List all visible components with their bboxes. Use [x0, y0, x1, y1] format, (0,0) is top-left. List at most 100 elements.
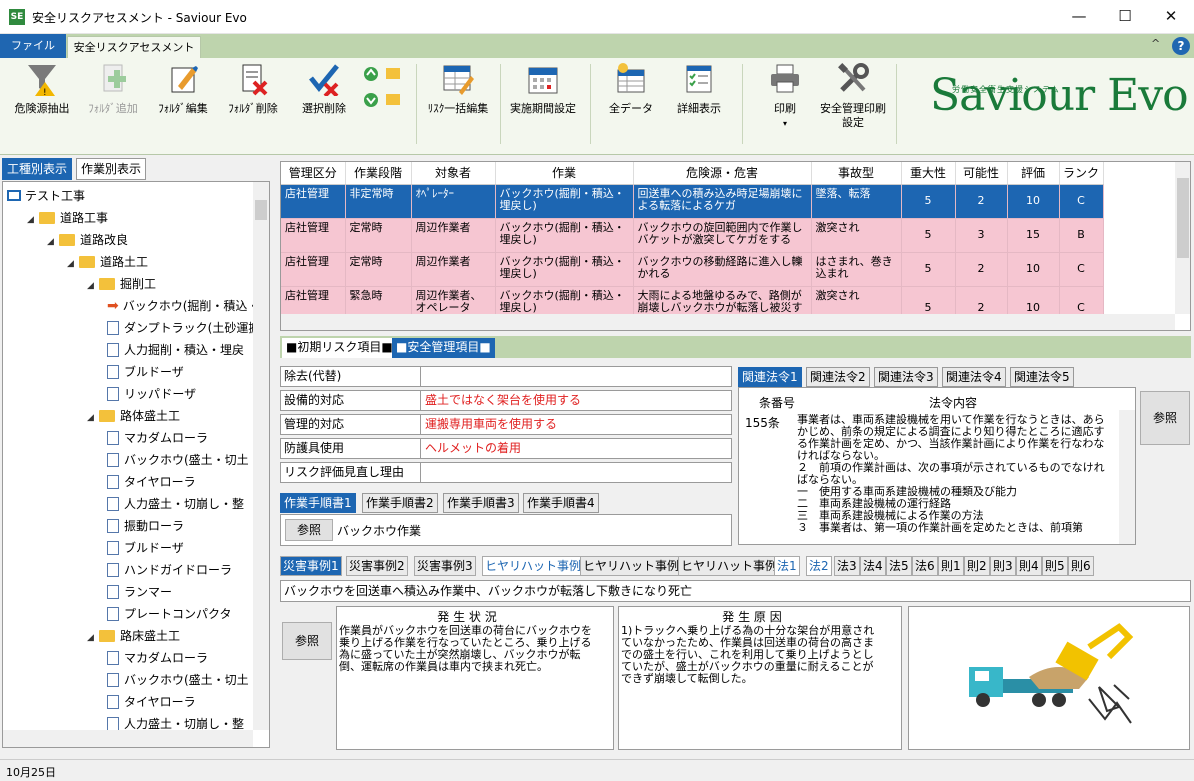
- tree-node[interactable]: バックホウ(盛土・切土・: [107, 449, 261, 471]
- column-header[interactable]: 重大性: [901, 162, 956, 185]
- procedure-tab[interactable]: 作業手順書1: [280, 493, 356, 513]
- tree-node[interactable]: ◢ 道路改良: [47, 229, 128, 251]
- collapse-ribbon-icon[interactable]: ^: [1151, 37, 1160, 50]
- procedure-tab[interactable]: 作業手順書2: [362, 493, 438, 513]
- case-tab[interactable]: 法1: [774, 556, 800, 576]
- case-tab[interactable]: ヒヤリハット事例2: [580, 556, 690, 576]
- expand-arrow-icon[interactable]: ◢: [67, 253, 79, 275]
- case-tab[interactable]: 災害事例1: [280, 556, 342, 576]
- case-tab[interactable]: 法4: [860, 556, 886, 576]
- tree-node[interactable]: リッパドーザ: [107, 383, 196, 405]
- tree-node[interactable]: マカダムローラ: [107, 647, 208, 669]
- case-tab[interactable]: 則2: [964, 556, 990, 576]
- tree-node[interactable]: プレートコンパクタ: [107, 603, 232, 625]
- print-button[interactable]: 印刷 ▾: [752, 62, 818, 150]
- case-tab[interactable]: 法5: [886, 556, 912, 576]
- column-header[interactable]: ランク: [1059, 162, 1104, 185]
- grid-vertical-scrollbar[interactable]: [1175, 162, 1190, 314]
- law-scrollbar[interactable]: [1119, 410, 1135, 544]
- tree-node[interactable]: 振動ローラ: [107, 515, 184, 537]
- all-data-button[interactable]: 全データ: [598, 62, 664, 150]
- law-tab[interactable]: 関連法令1: [738, 367, 802, 387]
- period-setting-button[interactable]: 実施期間設定: [504, 62, 582, 150]
- safety-value[interactable]: ヘルメットの着用: [425, 439, 521, 457]
- tree-vertical-scrollbar[interactable]: [253, 182, 269, 730]
- help-icon[interactable]: ?: [1172, 37, 1190, 55]
- expand-arrow-icon[interactable]: ◢: [87, 407, 99, 429]
- expand-arrow-icon[interactable]: ◢: [27, 209, 39, 231]
- tree-node[interactable]: ブルドーザ: [107, 537, 184, 559]
- law-tab[interactable]: 関連法令5: [1010, 367, 1074, 387]
- column-header[interactable]: 作業段階: [345, 162, 412, 185]
- tree-node[interactable]: ◢ 道路工事: [27, 207, 108, 229]
- tree-node[interactable]: ハンドガイドローラ: [107, 559, 232, 581]
- edit-folder-button[interactable]: ﾌｫﾙﾀﾞ編集: [150, 62, 216, 150]
- tree-node[interactable]: ➡ バックホウ(掘削・積込・: [107, 295, 259, 317]
- maximize-button[interactable]: ☐: [1102, 0, 1148, 34]
- delete-folder-button[interactable]: ﾌｫﾙﾀﾞ削除: [220, 62, 286, 150]
- hazard-extract-button[interactable]: ! 危険源抽出: [6, 62, 78, 150]
- safety-print-setting-button[interactable]: 安全管理印刷設定: [818, 62, 888, 150]
- tree-node[interactable]: ブルドーザ: [107, 361, 184, 383]
- expand-arrow-icon[interactable]: ◢: [87, 275, 99, 297]
- column-header[interactable]: 可能性: [955, 162, 1008, 185]
- law-tab[interactable]: 関連法令3: [874, 367, 938, 387]
- case-tab[interactable]: ヒヤリハット事例3: [678, 556, 788, 576]
- case-tab[interactable]: ヒヤリハット事例1: [482, 556, 592, 576]
- detail-view-button[interactable]: 詳細表示: [666, 62, 732, 150]
- tree-node[interactable]: ダンプトラック(土砂運搬: [107, 317, 260, 339]
- tree-node[interactable]: ◢ 路体盛土工: [87, 405, 180, 427]
- minimize-button[interactable]: —: [1056, 0, 1102, 34]
- safety-value[interactable]: 運搬専用車両を使用する: [425, 415, 557, 433]
- law-tab[interactable]: 関連法令2: [806, 367, 870, 387]
- close-button[interactable]: ✕: [1148, 0, 1194, 34]
- tab-file[interactable]: ファイル: [0, 34, 66, 58]
- table-row[interactable]: 店社管理 非定常時 ｵﾍﾟﾚｰﾀｰ バックホウ(掘削・積込・埋戻し) 回送車への積み込み…: [281, 184, 1104, 219]
- delete-selected-button[interactable]: 選択削除: [292, 62, 356, 150]
- tab-by-work-type[interactable]: 工種別表示: [2, 158, 73, 180]
- grid-horizontal-scrollbar[interactable]: [281, 314, 1175, 330]
- tree-node[interactable]: マカダムローラ: [107, 427, 208, 449]
- tree-node[interactable]: バックホウ(盛土・切土・: [107, 669, 261, 691]
- procedure-tab[interactable]: 作業手順書4: [523, 493, 599, 513]
- procedure-ref-button[interactable]: 参照: [285, 519, 333, 541]
- tree-node[interactable]: 人力盛土・切崩し・整: [107, 493, 244, 515]
- table-row[interactable]: 店社管理 定常時 周辺作業者 バックホウ(掘削・積込・埋戻し) バックホウの旋回範囲内で…: [281, 218, 1104, 253]
- case-tab[interactable]: 則6: [1068, 556, 1094, 576]
- tree-node[interactable]: ◢ 掘削工: [87, 273, 156, 295]
- expand-arrow-icon[interactable]: ◢: [47, 231, 59, 253]
- tree-node[interactable]: テスト工事: [7, 185, 85, 207]
- case-tab[interactable]: 則1: [938, 556, 964, 576]
- expand-arrow-icon[interactable]: ◢: [87, 627, 99, 649]
- tree-node[interactable]: ◢ 道路土工: [67, 251, 148, 273]
- case-tab[interactable]: 則5: [1042, 556, 1068, 576]
- column-header[interactable]: 危険源・危害: [633, 162, 812, 185]
- column-header[interactable]: 事故型: [811, 162, 902, 185]
- safety-value[interactable]: 盛土ではなく架台を使用する: [425, 391, 581, 409]
- column-header[interactable]: 管理区分: [281, 162, 346, 185]
- tab-safety-management[interactable]: ■安全管理項目■: [392, 338, 495, 358]
- tree-node[interactable]: ◢ 路床盛土工: [87, 625, 180, 647]
- tree-node[interactable]: ランマー: [107, 581, 172, 603]
- tree-node[interactable]: タイヤローラ: [107, 691, 196, 713]
- case-ref-button[interactable]: 参照: [282, 622, 332, 660]
- tab-risk-assessment[interactable]: 安全リスクアセスメント: [67, 36, 201, 59]
- law-ref-button[interactable]: 参照: [1140, 391, 1190, 445]
- case-tab[interactable]: 災害事例3: [414, 556, 476, 576]
- case-tab[interactable]: 災害事例2: [346, 556, 408, 576]
- tree-horizontal-scrollbar[interactable]: [3, 730, 253, 747]
- case-tab[interactable]: 法2: [806, 556, 832, 576]
- tree-node[interactable]: 人力掘削・積込・埋戻: [107, 339, 244, 361]
- column-header[interactable]: 対象者: [411, 162, 496, 185]
- case-tab[interactable]: 則3: [990, 556, 1016, 576]
- tab-initial-risk[interactable]: ■初期リスク項目■: [282, 338, 397, 358]
- column-header[interactable]: 作業: [495, 162, 634, 185]
- case-tab[interactable]: 則4: [1016, 556, 1042, 576]
- tab-by-task[interactable]: 作業別表示: [76, 158, 147, 180]
- procedure-tab[interactable]: 作業手順書3: [443, 493, 519, 513]
- column-header[interactable]: 評価: [1007, 162, 1060, 185]
- table-row[interactable]: 店社管理 定常時 周辺作業者 バックホウ(掘削・積込・埋戻し) バックホウの移動経路に進…: [281, 252, 1104, 287]
- tree-node[interactable]: タイヤローラ: [107, 471, 196, 493]
- case-tab[interactable]: 法3: [834, 556, 860, 576]
- case-tab[interactable]: 法6: [912, 556, 938, 576]
